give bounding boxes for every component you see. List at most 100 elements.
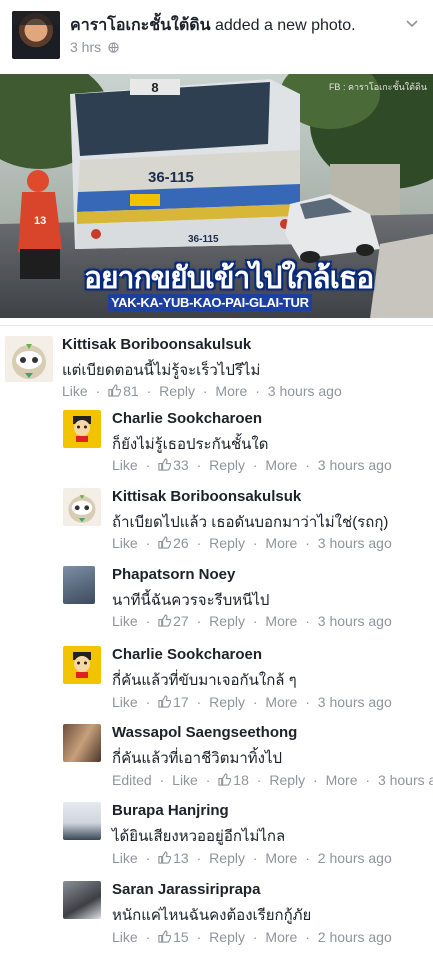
like-link[interactable]: Like bbox=[172, 772, 198, 788]
separator: · bbox=[202, 383, 208, 399]
post-card: คาราโอเกะชั้นใต้ดิน added a new photo. 3… bbox=[0, 0, 433, 325]
like-count[interactable]: 13 bbox=[158, 850, 189, 866]
comment-actions: Like · 81 · Reply · More · 3 hours ago bbox=[62, 383, 346, 399]
separator: · bbox=[196, 457, 202, 473]
separator: · bbox=[305, 457, 310, 473]
comment-text: กี่คันแล้วที่ขับมาเจอกันใกล้ ๆ bbox=[112, 672, 297, 689]
more-link[interactable]: More bbox=[265, 929, 297, 945]
separator: · bbox=[196, 850, 202, 866]
like-link[interactable]: Like bbox=[112, 535, 138, 551]
comment-author[interactable]: Kittisak Boriboonsakulsuk bbox=[112, 488, 301, 505]
like-link[interactable]: Like bbox=[112, 457, 138, 473]
thumbs-up-icon bbox=[158, 930, 172, 943]
like-link[interactable]: Like bbox=[62, 383, 88, 399]
like-count[interactable]: 26 bbox=[158, 535, 189, 551]
separator: · bbox=[252, 535, 258, 551]
comment-author[interactable]: Burapa Hanjring bbox=[112, 802, 229, 819]
owl-avatar[interactable] bbox=[5, 336, 53, 382]
comment-time[interactable]: 3 hours ago bbox=[268, 383, 342, 399]
comment-time[interactable]: 2 hours ago bbox=[318, 850, 392, 866]
separator: · bbox=[145, 535, 151, 551]
separator: · bbox=[313, 772, 318, 788]
like-count[interactable]: 27 bbox=[158, 613, 189, 629]
like-link[interactable]: Like bbox=[112, 694, 138, 710]
comment-actions: Like · 13 · Reply · More · 2 hours ago bbox=[112, 850, 396, 866]
reply-link[interactable]: Reply bbox=[209, 929, 245, 945]
comment-time[interactable]: 3 hours ago bbox=[318, 613, 392, 629]
comment-author[interactable]: Charlie Sookcharoen bbox=[112, 646, 262, 663]
like-count-value: 27 bbox=[173, 613, 189, 629]
reply-link[interactable]: Reply bbox=[209, 613, 245, 629]
post-photo[interactable]: 8 36-115 36-115 13 FB : คาราโอเกะชั้นใต้… bbox=[0, 74, 433, 318]
like-link[interactable]: Like bbox=[112, 850, 138, 866]
comment-text: ถ้าเบียดไปแล้ว เธอดันบอกมาว่าไม่ใช่(รถกุ… bbox=[112, 514, 389, 531]
cartoon-face-icon bbox=[73, 652, 91, 678]
more-link[interactable]: More bbox=[215, 383, 247, 399]
more-link[interactable]: More bbox=[265, 535, 297, 551]
cartoon-face-icon bbox=[73, 416, 91, 442]
chevron-down-icon[interactable] bbox=[405, 16, 419, 30]
thumbs-up-icon bbox=[158, 536, 172, 549]
like-count[interactable]: 18 bbox=[218, 772, 249, 788]
bus-plate-bottom: 36-115 bbox=[188, 234, 219, 245]
photo-watermark: FB : คาราโอเกะชั้นใต้ดิน bbox=[328, 82, 427, 92]
comment-reply: Phapatsorn Noey นาทีนี้ฉันควรจะรีบหนีไป … bbox=[63, 566, 425, 636]
like-link[interactable]: Like bbox=[112, 613, 138, 629]
photo-avatar[interactable] bbox=[63, 881, 101, 919]
separator: · bbox=[145, 850, 151, 866]
like-count-value: 17 bbox=[173, 694, 189, 710]
owl-avatar[interactable] bbox=[63, 488, 101, 526]
post-header: คาราโอเกะชั้นใต้ดิน added a new photo. 3… bbox=[0, 0, 433, 72]
reply-link[interactable]: Reply bbox=[159, 383, 195, 399]
more-link[interactable]: More bbox=[265, 457, 297, 473]
reply-link[interactable]: Reply bbox=[209, 850, 245, 866]
comment-time[interactable]: 3 hours ago bbox=[318, 457, 392, 473]
page-name-link[interactable]: คาราโอเกะชั้นใต้ดิน bbox=[70, 17, 211, 34]
post-timestamp[interactable]: 3 hrs bbox=[70, 39, 119, 55]
comment-author[interactable]: Saran Jarassiripraрa bbox=[112, 881, 260, 898]
separator: · bbox=[196, 694, 202, 710]
like-count[interactable]: 17 bbox=[158, 694, 189, 710]
photo-avatar[interactable] bbox=[63, 566, 95, 604]
comment-text: นาทีนี้ฉันควรจะรีบหนีไป bbox=[112, 592, 270, 609]
like-count[interactable]: 81 bbox=[108, 383, 139, 399]
comment-author[interactable]: Wassapol Saengseethong bbox=[112, 724, 297, 741]
separator: · bbox=[145, 694, 151, 710]
like-count-value: 33 bbox=[173, 457, 189, 473]
reply-link[interactable]: Reply bbox=[209, 694, 245, 710]
more-link[interactable]: More bbox=[265, 694, 297, 710]
separator: · bbox=[196, 613, 202, 629]
comment-time[interactable]: 3 hours ago bbox=[318, 535, 392, 551]
comment-time[interactable]: 2 hours ago bbox=[318, 929, 392, 945]
cartoon-avatar[interactable] bbox=[63, 410, 101, 448]
comment-author[interactable]: Kittisak Boriboonsakulsuk bbox=[62, 336, 251, 353]
like-link[interactable]: Like bbox=[112, 929, 138, 945]
owl-avatar-icon bbox=[68, 495, 96, 523]
thumbs-up-icon bbox=[158, 851, 172, 864]
more-link[interactable]: More bbox=[265, 850, 297, 866]
more-link[interactable]: More bbox=[326, 772, 358, 788]
more-link[interactable]: More bbox=[265, 613, 297, 629]
reply-link[interactable]: Reply bbox=[269, 772, 305, 788]
like-count[interactable]: 33 bbox=[158, 457, 189, 473]
post-time-text: 3 hrs bbox=[70, 39, 102, 55]
comment-author[interactable]: Phapatsorn Noey bbox=[112, 566, 235, 583]
reply-link[interactable]: Reply bbox=[209, 535, 245, 551]
comment-author[interactable]: Charlie Sookcharoen bbox=[112, 410, 262, 427]
bus-plate-top: 36-115 bbox=[148, 169, 194, 186]
comment-reply: Charlie Sookcharoen กี่คันแล้วที่ขับมาเจ… bbox=[63, 646, 425, 716]
photo-avatar[interactable] bbox=[63, 724, 101, 762]
separator: · bbox=[252, 457, 258, 473]
reply-link[interactable]: Reply bbox=[209, 457, 245, 473]
comment-time[interactable]: 3 hours ago bbox=[318, 694, 392, 710]
like-count[interactable]: 15 bbox=[158, 929, 189, 945]
page-avatar[interactable] bbox=[12, 11, 60, 59]
photo-avatar[interactable] bbox=[63, 802, 101, 840]
comment-time[interactable]: 3 hours ago bbox=[378, 772, 433, 788]
separator: · bbox=[252, 850, 258, 866]
comments-section: Kittisak Boriboonsakulsuk แต่เบียดตอนนี้… bbox=[0, 326, 433, 960]
cartoon-avatar[interactable] bbox=[63, 646, 101, 684]
separator: · bbox=[145, 457, 151, 473]
comment-reply: Burapa Hanjring ได้ยินเสียงหวออยู่อีกไม่… bbox=[63, 802, 425, 872]
edited-label[interactable]: Edited bbox=[112, 772, 152, 788]
